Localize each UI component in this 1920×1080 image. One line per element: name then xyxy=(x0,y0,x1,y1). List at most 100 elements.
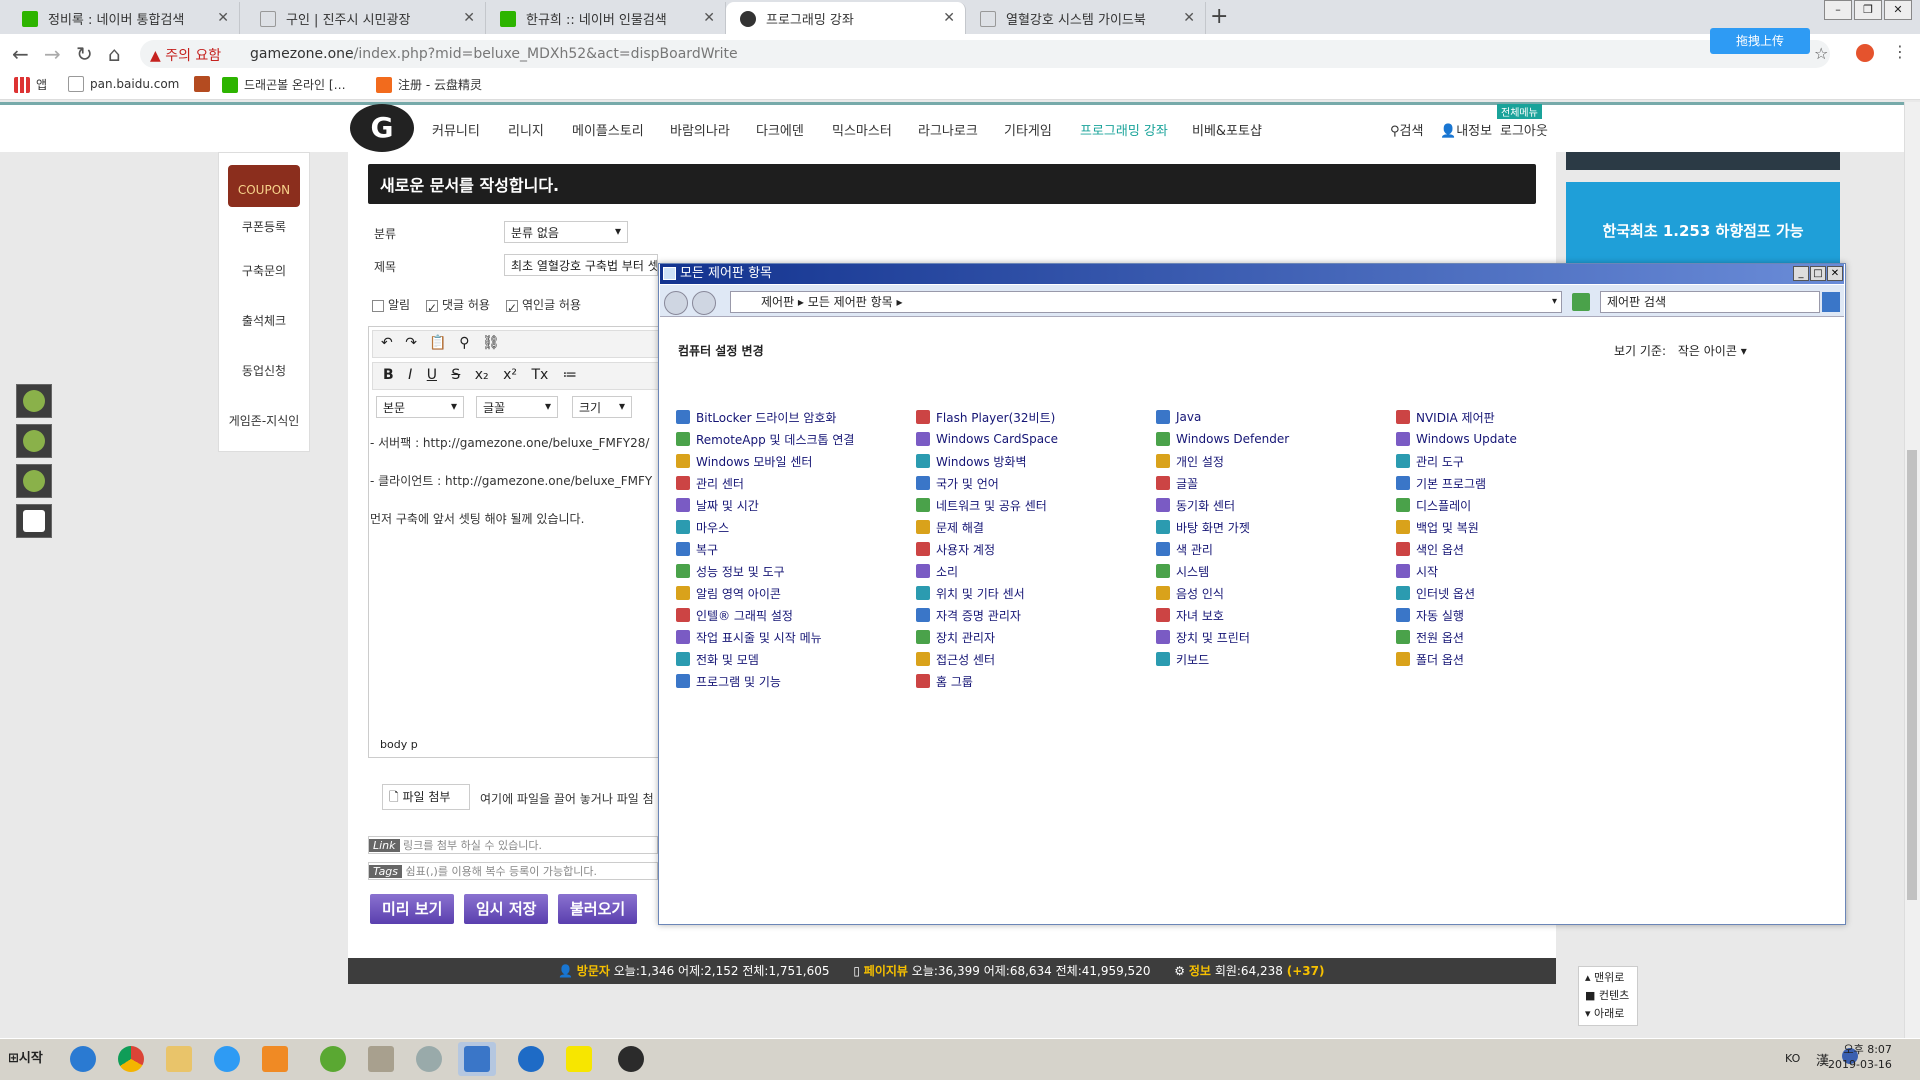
chrome-icon[interactable] xyxy=(112,1042,150,1076)
font-select[interactable]: 글꼴 ▾ xyxy=(476,396,558,418)
cp-item[interactable]: 프로그램 및 기능 xyxy=(676,670,854,692)
handshake-icon[interactable] xyxy=(16,384,52,418)
url-text[interactable]: gamezone.one/index.php?mid=beluxe_MDXh52… xyxy=(250,46,738,62)
underline-icon[interactable]: U xyxy=(427,367,437,383)
cp-minimize-button[interactable]: _ xyxy=(1793,266,1809,281)
cp-close-button[interactable]: ✕ xyxy=(1827,266,1843,281)
cp-item[interactable]: 시스템 xyxy=(1156,560,1289,582)
coupon-button[interactable]: COUPON xyxy=(228,165,300,207)
cp-item[interactable]: 네트워크 및 공유 센터 xyxy=(916,494,1058,516)
cp-item[interactable]: 홈 그룹 xyxy=(916,670,1058,692)
cp-breadcrumb[interactable]: 제어판 ▸ 모든 제어판 항목 ▸ xyxy=(730,291,1562,313)
menu-item[interactable]: 바람의나라 xyxy=(670,120,730,139)
cp-item[interactable]: BitLocker 드라이브 암호화 xyxy=(676,406,854,428)
cp-maximize-button[interactable]: □ xyxy=(1810,266,1826,281)
minimize-button[interactable]: – xyxy=(1824,0,1852,20)
close-icon[interactable]: ✕ xyxy=(943,10,955,26)
myinfo-link[interactable]: 👤내정보 xyxy=(1440,120,1492,139)
cp-item[interactable]: 알림 영역 아이콘 xyxy=(676,582,854,604)
upload-button[interactable]: 拖拽上传 xyxy=(1710,28,1810,54)
scrollbar-thumb[interactable] xyxy=(1907,450,1917,900)
numbered-list-icon[interactable]: ≔ xyxy=(563,367,577,383)
menu-item-active[interactable]: 프로그래밍 강좌 xyxy=(1080,120,1168,139)
baidu-icon[interactable] xyxy=(208,1042,246,1076)
cp-item[interactable]: 날짜 및 시간 xyxy=(676,494,854,516)
kakaotalk-icon[interactable] xyxy=(560,1042,598,1076)
sidebar-link[interactable]: 게임존-지식인 xyxy=(218,412,310,429)
sidebar-link[interactable]: 동업신청 xyxy=(218,362,310,379)
superscript-icon[interactable]: x² xyxy=(503,367,517,383)
clear-format-icon[interactable]: Tx xyxy=(531,367,548,383)
torrent-icon[interactable] xyxy=(314,1042,352,1076)
teamviewer-icon[interactable] xyxy=(512,1042,550,1076)
cp-item[interactable]: 복구 xyxy=(676,538,854,560)
cp-item[interactable]: 관리 도구 xyxy=(1396,450,1517,472)
cp-item[interactable]: 작업 표시줄 및 시작 메뉴 xyxy=(676,626,854,648)
cp-item[interactable]: 사용자 계정 xyxy=(916,538,1058,560)
sidebar-link[interactable]: 출석체크 xyxy=(218,312,310,329)
browser-tab[interactable]: 한규희 :: 네이버 인물검색 ✕ xyxy=(486,2,726,34)
style-select[interactable]: 본문 ▾ xyxy=(376,396,464,418)
cp-item[interactable]: 디스플레이 xyxy=(1396,494,1517,516)
extension-icon[interactable] xyxy=(1856,44,1874,62)
size-select[interactable]: 크기 ▾ xyxy=(572,396,632,418)
menu-item[interactable]: 리니지 xyxy=(508,120,544,139)
cp-item[interactable]: 동기화 센터 xyxy=(1156,494,1289,516)
cp-item[interactable]: 전원 옵션 xyxy=(1396,626,1517,648)
menu-icon[interactable]: ⋮ xyxy=(1892,42,1908,61)
notice-checkbox[interactable]: 알림 xyxy=(372,296,410,313)
cp-item[interactable]: Windows 방화벽 xyxy=(916,450,1058,472)
start-button[interactable]: ⊞시작 xyxy=(2,1042,52,1076)
scroll-content-link[interactable]: ■ 컨텐츠 xyxy=(1585,987,1631,1005)
new-tab-icon[interactable]: + xyxy=(1210,4,1228,29)
cp-item[interactable]: 장치 관리자 xyxy=(916,626,1058,648)
folder-icon[interactable] xyxy=(160,1042,198,1076)
cp-item[interactable]: Java xyxy=(1156,406,1289,428)
cp-item[interactable]: 문제 해결 xyxy=(916,516,1058,538)
close-icon[interactable]: ✕ xyxy=(703,10,715,26)
close-icon[interactable]: ✕ xyxy=(217,10,229,26)
link-icon[interactable]: ⛓ xyxy=(482,335,500,351)
redo-icon[interactable]: ↷ xyxy=(405,335,417,351)
undo-icon[interactable]: ↶ xyxy=(381,335,393,351)
cp-item[interactable]: 성능 정보 및 도구 xyxy=(676,560,854,582)
cp-item[interactable]: NVIDIA 제어판 xyxy=(1396,406,1517,428)
browser-tab[interactable]: 열혈강호 시스템 가이드북 ✕ xyxy=(966,2,1206,34)
control-panel-titlebar[interactable]: 모든 제어판 항목 xyxy=(660,264,1844,284)
wrench-icon[interactable] xyxy=(16,424,52,458)
attach-file-button[interactable]: 🗋 파일 첨부 xyxy=(382,784,470,810)
link-input[interactable]: Link 링크를 첨부 하실 수 있습니다. xyxy=(368,836,658,854)
back-icon[interactable] xyxy=(664,291,688,315)
media-player-icon[interactable] xyxy=(256,1042,294,1076)
trackback-checkbox[interactable]: ✓ 엮인글 허용 xyxy=(506,296,581,315)
menu-item[interactable]: 메이플스토리 xyxy=(572,120,644,139)
hand-icon[interactable] xyxy=(16,504,52,538)
scroll-top-link[interactable]: ▴ 맨위로 xyxy=(1585,969,1631,987)
rich-text-editor[interactable] xyxy=(368,326,668,758)
logout-link[interactable]: 로그아웃 xyxy=(1500,120,1548,139)
cp-item[interactable]: 마우스 xyxy=(676,516,854,538)
category-select[interactable]: 분류 없음 ▾ xyxy=(504,221,628,243)
tags-input[interactable]: Tags 쉼표(,)를 이용해 복수 등록이 가능합니다. xyxy=(368,862,658,880)
star-icon[interactable]: ☆ xyxy=(1814,44,1828,63)
menu-item[interactable]: 다크에덴 xyxy=(756,120,804,139)
browser-tab-active[interactable]: 프로그래밍 강좌 ✕ xyxy=(726,2,966,34)
browser-tab[interactable]: 정비록 : 네이버 통합검색 ✕ xyxy=(8,2,240,34)
site-logo[interactable]: G xyxy=(350,104,414,152)
cp-item[interactable]: 백업 및 복원 xyxy=(1396,516,1517,538)
search-icon[interactable] xyxy=(1822,292,1840,312)
bookmark-item[interactable]: pan.baidu.com xyxy=(68,76,179,92)
comment-checkbox[interactable]: ✓ 댓글 허용 xyxy=(426,296,490,315)
system-clock[interactable]: 오후 8:07 2019-03-16 xyxy=(1828,1042,1892,1072)
cp-item[interactable]: 자격 증명 관리자 xyxy=(916,604,1058,626)
refresh-icon[interactable] xyxy=(1572,293,1590,311)
back-icon[interactable]: ← xyxy=(12,42,29,66)
home-icon[interactable]: ⌂ xyxy=(108,42,121,66)
temp-save-button[interactable]: 임시 저장 xyxy=(464,894,549,924)
sidebar-link[interactable]: 쿠폰등록 xyxy=(218,218,310,235)
title-input[interactable]: 최초 열혈강호 구축법 부터 셋팅 까지 xyxy=(504,254,658,276)
preview-button[interactable]: 미리 보기 xyxy=(370,894,455,924)
cp-item[interactable]: 위치 및 기타 센서 xyxy=(916,582,1058,604)
forward-icon[interactable] xyxy=(692,291,716,315)
cp-item[interactable]: 인터넷 옵션 xyxy=(1396,582,1517,604)
